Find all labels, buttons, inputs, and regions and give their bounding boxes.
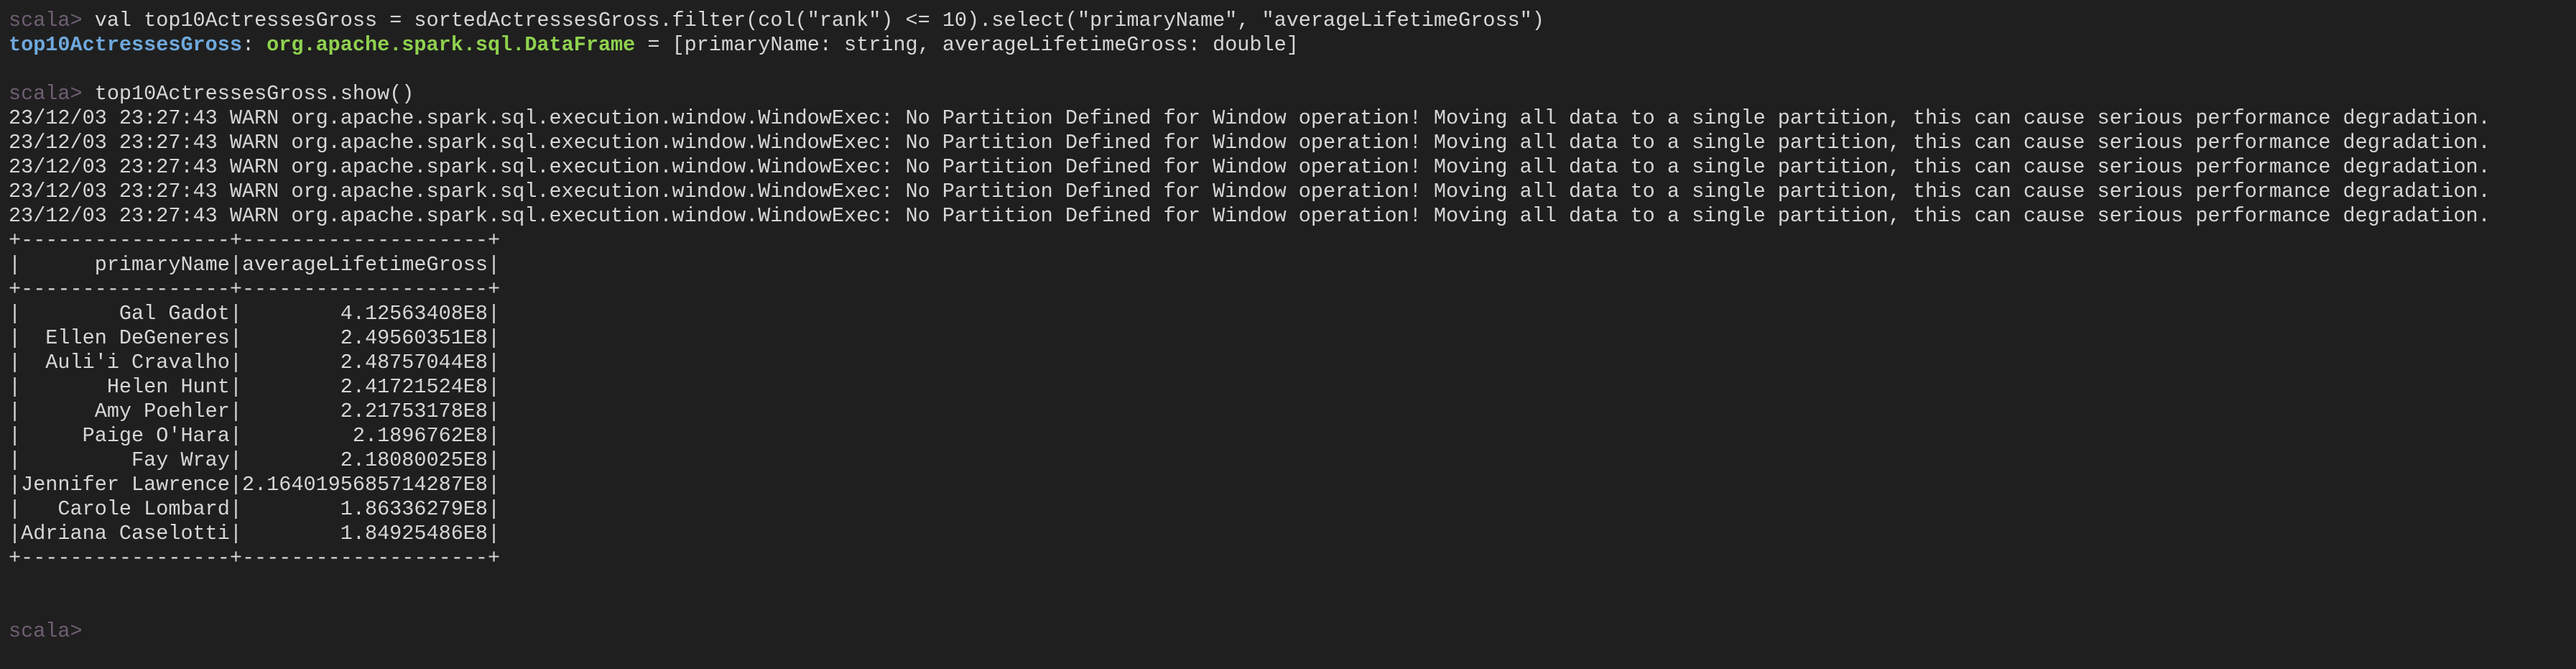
command-line-2: scala> top10ActressesGross.show() — [9, 82, 2576, 106]
table-row: | Amy Poehler| 2.21753178E8| — [9, 400, 501, 423]
prompt: scala> — [9, 619, 83, 643]
result-separator: : — [241, 33, 267, 57]
table-row: | Fay Wray| 2.18080025E8| — [9, 448, 501, 472]
command-line-1: scala> val top10ActressesGross = sortedA… — [9, 9, 2576, 33]
table-row: | Gal Gadot| 4.12563408E8| — [9, 302, 501, 326]
command-text: top10ActressesGross.show() — [82, 82, 414, 106]
warning-line: 23/12/03 23:27:43 WARN org.apache.spark.… — [9, 180, 2491, 203]
table-header: | primaryName|averageLifetimeGross| — [9, 253, 501, 277]
table-border-header: +-----------------+--------------------+ — [9, 277, 501, 301]
prompt: scala> — [9, 9, 83, 32]
result-line: top10ActressesGross: org.apache.spark.sq… — [9, 33, 2576, 57]
table-row: | Helen Hunt| 2.41721524E8| — [9, 375, 501, 399]
warning-line: 23/12/03 23:27:43 WARN org.apache.spark.… — [9, 131, 2491, 154]
table-row: |Adriana Caselotti| 1.84925486E8| — [9, 522, 501, 545]
table-row: | Carole Lombard| 1.86336279E8| — [9, 497, 501, 521]
table-row: | Ellen DeGeneres| 2.49560351E8| — [9, 326, 501, 350]
prompt: scala> — [9, 82, 83, 106]
result-variable: top10ActressesGross — [9, 33, 242, 57]
terminal-window[interactable]: scala> val top10ActressesGross = sortedA… — [0, 0, 2576, 669]
table-border-bottom: +-----------------+--------------------+ — [9, 546, 501, 570]
warning-line: 23/12/03 23:27:43 WARN org.apache.spark.… — [9, 155, 2491, 179]
result-type: org.apache.spark.sql.DataFrame — [267, 33, 636, 57]
table-row: | Auli'i Cravalho| 2.48757044E8| — [9, 351, 501, 374]
warning-line: 23/12/03 23:27:43 WARN org.apache.spark.… — [9, 106, 2491, 130]
command-text: val top10ActressesGross = sortedActresse… — [82, 9, 1544, 32]
warning-line: 23/12/03 23:27:43 WARN org.apache.spark.… — [9, 204, 2491, 228]
input-prompt-line[interactable]: scala> — [9, 619, 2576, 644]
table-row: | Paige O'Hara| 2.1896762E8| — [9, 424, 501, 448]
table-row: |Jennifer Lawrence|2.1640195685714287E8| — [9, 473, 501, 497]
result-schema: = [primaryName: string, averageLifetimeG… — [635, 33, 1299, 57]
table-border-top: +-----------------+--------------------+ — [9, 229, 501, 252]
